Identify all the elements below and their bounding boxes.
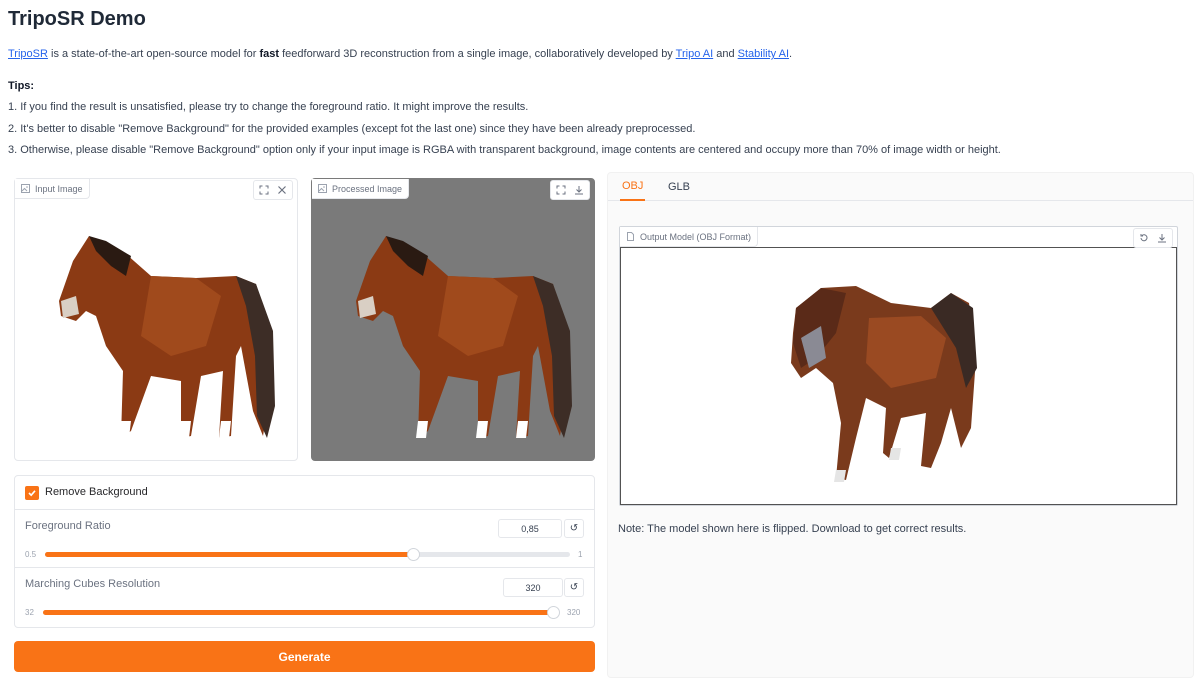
output-column: OBJ GLB Output Model (OBJ Format) Note: …	[607, 172, 1194, 678]
tip-1: 1. If you find the result is unsatisfied…	[8, 101, 529, 113]
tip-3: 3. Otherwise, please disable "Remove Bac…	[8, 144, 1001, 156]
horse-shape	[59, 235, 275, 438]
undo-icon[interactable]	[1136, 230, 1152, 246]
intro-text: and	[713, 48, 738, 60]
fullscreen-icon[interactable]	[553, 182, 569, 198]
marching-cubes-fill	[43, 610, 553, 615]
download-icon[interactable]	[571, 182, 587, 198]
flip-note: Note: The model shown here is flipped. D…	[618, 523, 967, 535]
intro-text: feedforward 3D reconstruction from a sin…	[279, 48, 676, 60]
download-icon[interactable]	[1154, 230, 1170, 246]
checkmark-icon	[28, 490, 36, 497]
fullscreen-icon[interactable]	[256, 182, 272, 198]
foreground-ratio-label: Foreground Ratio	[25, 520, 111, 532]
remove-background-row: Remove Background	[15, 476, 594, 510]
generate-button[interactable]: Generate	[14, 641, 595, 672]
file-icon	[626, 232, 635, 241]
input-image-label-text: Input Image	[35, 183, 83, 194]
output-model-label: Output Model (OBJ Format)	[620, 227, 759, 247]
foreground-ratio-row: Foreground Ratio 0,85 ↺ 0.5 1	[15, 510, 594, 568]
input-image-panel[interactable]: Input Image	[14, 178, 298, 461]
output-model-panel[interactable]: Output Model (OBJ Format)	[619, 226, 1178, 506]
controls-panel: Remove Background Foreground Ratio 0,85 …	[14, 475, 595, 628]
foreground-ratio-min: 0.5	[25, 550, 37, 559]
tripo-ai-link[interactable]: Tripo AI	[676, 48, 714, 60]
remove-background-label[interactable]: Remove Background	[45, 486, 148, 498]
horse-shape	[356, 235, 572, 438]
foreground-ratio-thumb[interactable]	[406, 548, 420, 561]
processed-image	[312, 201, 594, 460]
intro-paragraph: TripoSR is a state-of-the-art open-sourc…	[8, 48, 792, 60]
image-icon	[318, 184, 327, 193]
marching-cubes-label: Marching Cubes Resolution	[25, 578, 161, 590]
marching-cubes-row: Marching Cubes Resolution 320 ↺ 32 320	[15, 568, 594, 628]
input-image-label: Input Image	[15, 179, 90, 199]
processed-image-label: Processed Image	[312, 179, 410, 199]
image-icon	[21, 184, 30, 193]
output-model-tools	[1133, 228, 1173, 248]
marching-cubes-slider[interactable]	[43, 606, 560, 619]
tab-obj[interactable]: OBJ	[620, 173, 646, 201]
input-image-tools	[253, 180, 293, 200]
remove-background-checkbox[interactable]	[25, 486, 39, 500]
processed-image-label-text: Processed Image	[332, 183, 403, 194]
model-viewer[interactable]	[620, 247, 1177, 505]
foreground-ratio-max: 1	[578, 550, 583, 559]
tab-glb[interactable]: GLB	[666, 173, 692, 201]
processed-image-tools	[550, 180, 590, 200]
intro-bold-fast: fast	[259, 48, 280, 60]
foreground-ratio-input[interactable]: 0,85	[498, 519, 562, 538]
intro-text: .	[789, 48, 793, 60]
horse-image	[356, 235, 572, 438]
input-image[interactable]	[15, 201, 297, 460]
horse-3d-model	[791, 286, 977, 482]
horse-image	[59, 235, 275, 438]
marching-cubes-thumb[interactable]	[547, 606, 560, 619]
intro-text: is a state-of-the-art open-source model …	[47, 48, 260, 60]
foreground-ratio-slider[interactable]	[45, 548, 570, 561]
marching-cubes-input[interactable]: 320	[503, 578, 563, 597]
tip-2: 2. It's better to disable "Remove Backgr…	[8, 123, 696, 135]
triposr-link[interactable]: TripoSR	[8, 48, 48, 60]
foreground-ratio-fill	[45, 552, 413, 557]
marching-cubes-reset-button[interactable]: ↺	[564, 578, 584, 597]
stability-ai-link[interactable]: Stability AI	[738, 48, 789, 60]
processed-image-panel: Processed Image	[311, 178, 595, 461]
foreground-ratio-reset-button[interactable]: ↺	[564, 519, 584, 538]
output-model-label-text: Output Model (OBJ Format)	[640, 231, 752, 242]
close-icon[interactable]	[274, 182, 290, 198]
output-tabs: OBJ GLB	[608, 173, 1193, 201]
tips-heading: Tips:	[8, 80, 35, 92]
model-shape	[791, 286, 977, 482]
marching-cubes-min: 32	[25, 608, 34, 617]
page-title: TripoSR Demo	[8, 8, 146, 30]
marching-cubes-max: 320	[567, 608, 581, 617]
